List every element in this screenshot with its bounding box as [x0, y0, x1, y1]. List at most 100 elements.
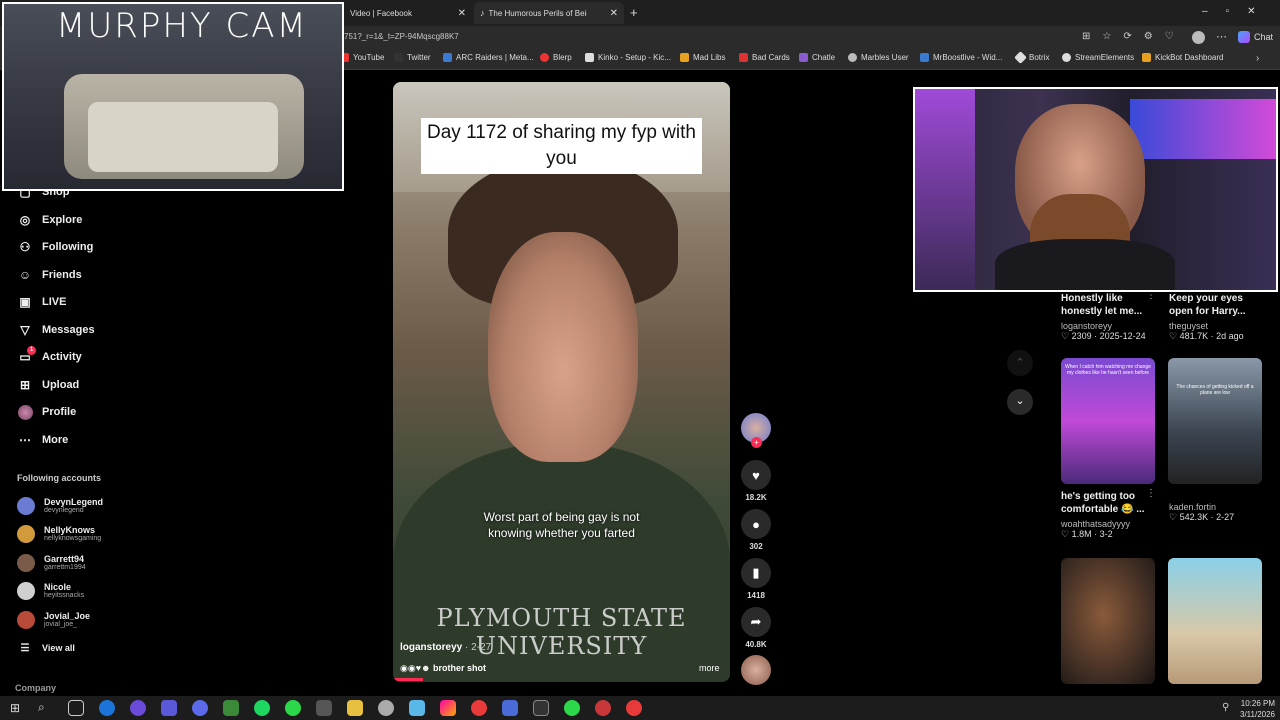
system-clock[interactable]: 10:26 PM 3/11/2026 [1240, 698, 1275, 720]
folder-icon[interactable] [347, 700, 363, 716]
thumbnail[interactable]: When I catch him watching me change my c… [1061, 358, 1155, 484]
video-subtitle: Worst part of being gay is not knowing w… [483, 510, 640, 540]
notification-badge: 1 [27, 346, 36, 355]
thumbnail[interactable] [1061, 558, 1155, 684]
card-title: Honestly like honestly let me... [1061, 293, 1143, 317]
bookmark-youtube[interactable]: YouTube [340, 53, 384, 62]
avatar [17, 497, 35, 515]
thumbnail[interactable] [1168, 558, 1262, 684]
thumbnail-text: When I catch him watching me change my c… [1065, 364, 1151, 376]
bookmark-chatle[interactable]: Chatle [799, 53, 835, 62]
close-icon[interactable]: ✕ [610, 8, 618, 19]
bookmark-botrix[interactable]: Botrix [1014, 51, 1049, 64]
sound-avatar[interactable] [740, 655, 772, 685]
upload-icon: ⊞ [19, 378, 31, 392]
more-options-icon[interactable]: ⋮ [1146, 488, 1156, 499]
following-account[interactable]: Garrett94 garrettm1994 [17, 550, 86, 576]
share-button[interactable]: ➦ 40.8K [740, 607, 772, 649]
app-icon[interactable] [626, 700, 642, 716]
new-tab-button[interactable]: + [630, 5, 638, 20]
toolbar-icons[interactable]: ⊞☆⟳⚙♡ [1082, 31, 1186, 42]
close-icon[interactable]: ✕ [458, 8, 466, 19]
window-controls[interactable]: –▫✕ [1202, 6, 1274, 17]
grid-card[interactable]: kaden.fortin ♡ 542.3K · 2-27 [1169, 502, 1264, 523]
bookmark-twitter[interactable]: Twitter [394, 53, 431, 62]
video-player[interactable]: Day 1172 of sharing my fyp with you Wors… [393, 82, 730, 682]
save-button[interactable]: ▮ 1418 [740, 558, 772, 600]
edge-icon[interactable] [99, 700, 115, 716]
network-icon[interactable]: ⚲ [1222, 702, 1229, 713]
bookmark-streamelements[interactable]: StreamElements [1062, 53, 1134, 62]
following-account[interactable]: Nicole heyitssnacks [17, 578, 84, 604]
app-icon[interactable] [316, 700, 332, 716]
app-icon[interactable] [161, 700, 177, 716]
chevron-up-icon[interactable]: ⌃ [1007, 350, 1033, 376]
app-icon[interactable] [440, 700, 456, 716]
following-account[interactable]: DevynLegend devynlegend [17, 493, 103, 519]
video-top-caption: Day 1172 of sharing my fyp with you [421, 118, 702, 174]
windows-start-icon[interactable]: ⊞ [10, 701, 20, 715]
task-view-icon[interactable] [68, 700, 84, 716]
sidebar-item-explore[interactable]: ◎ Explore [17, 210, 83, 230]
grid-card[interactable]: he's getting too comfortable 😂 ... woaht… [1061, 490, 1151, 540]
bookmark-mad-libs[interactable]: Mad Libs [680, 53, 725, 62]
app-icon[interactable] [223, 700, 239, 716]
chat-button[interactable]: Chat [1238, 31, 1273, 43]
sidebar-item-more[interactable]: ⋯ More [17, 430, 68, 450]
search-icon[interactable]: ⌕ [38, 700, 45, 715]
creator-avatar[interactable]: + [740, 413, 772, 448]
bookmark-bad-cards[interactable]: Bad Cards [739, 53, 790, 62]
app-icon[interactable] [285, 700, 301, 716]
following-account[interactable]: NellyKnows nellyknowsgaming [17, 521, 101, 547]
card-user: theguyset [1169, 321, 1209, 331]
avatar[interactable] [1192, 31, 1205, 44]
bookmark-marbles[interactable]: Marbles User [848, 53, 909, 62]
sidebar-item-friends[interactable]: ☺ Friends [17, 265, 82, 285]
tab-facebook[interactable]: Video | Facebook ✕ [344, 2, 472, 24]
terminal-icon[interactable] [533, 700, 549, 716]
sidebar-item-upload[interactable]: ⊞ Upload [17, 375, 79, 395]
spotify-icon[interactable] [254, 700, 270, 716]
sidebar-item-activity[interactable]: ▭ 1 Activity [17, 346, 82, 367]
app-icon[interactable] [378, 700, 394, 716]
tab-tiktok[interactable]: ♪ The Humorous Perils of Being ✕ [474, 2, 624, 24]
bookmark-arc-raiders[interactable]: ARC Raiders | Meta... [443, 53, 534, 62]
chevron-right-icon[interactable]: › [1256, 53, 1259, 64]
video-author[interactable]: loganstoreyy · 2-27 [400, 642, 491, 653]
app-icon[interactable] [409, 700, 425, 716]
bookmark-blerp[interactable]: Blerp [540, 53, 572, 62]
x-icon [394, 53, 403, 62]
following-account[interactable]: Jovial_Joe jovial_joe_ [17, 607, 90, 633]
sidebar-item-messages[interactable]: ▽ Messages [17, 320, 94, 340]
app-icon[interactable] [471, 700, 487, 716]
following-accounts-header: Following accounts [17, 473, 102, 483]
avatar: + [741, 413, 771, 448]
avatar [17, 525, 35, 543]
sidebar-item-following[interactable]: ⚇ Following [17, 237, 94, 257]
company-link[interactable]: Company [15, 683, 56, 693]
grid-card[interactable]: Honestly like honestly let me... loganst… [1061, 292, 1156, 342]
sidebar-item-profile[interactable]: Profile [17, 402, 76, 422]
bookmark-kinko[interactable]: Kinko - Setup - Kic... [585, 53, 671, 62]
bookmark-kickbot[interactable]: KickBot Dashboard [1142, 53, 1223, 62]
thumbnail[interactable]: The chances of getting kicked off a plan… [1168, 358, 1262, 484]
chevron-down-icon[interactable]: ⌄ [1007, 389, 1033, 415]
url-field[interactable]: 751?_r=1&_t=ZP-94Mqscg88K7 [344, 32, 459, 41]
menu-icon[interactable]: ⋯ [1216, 30, 1227, 43]
comment-button[interactable]: ● 302 [740, 509, 772, 551]
view-all-link[interactable]: ☰ View all [17, 638, 75, 658]
more-button[interactable]: more [699, 663, 720, 673]
discord-icon[interactable] [192, 700, 208, 716]
app-icon[interactable] [564, 700, 580, 716]
chat-label: Chat [1254, 32, 1274, 42]
follow-plus-icon[interactable]: + [751, 437, 762, 448]
app-icon[interactable] [130, 700, 146, 716]
bookmark-icon [585, 53, 594, 62]
video-progress[interactable] [393, 678, 423, 681]
bookmark-mrboostlive[interactable]: MrBoostlive - Wid... [920, 53, 1002, 62]
sidebar-item-live[interactable]: ▣ LIVE [17, 292, 66, 312]
like-button[interactable]: ♥ 18.2K [740, 460, 772, 502]
grid-card[interactable]: Keep your eyes open for Harry... theguys… [1169, 292, 1264, 342]
app-icon[interactable] [595, 700, 611, 716]
app-icon[interactable] [502, 700, 518, 716]
